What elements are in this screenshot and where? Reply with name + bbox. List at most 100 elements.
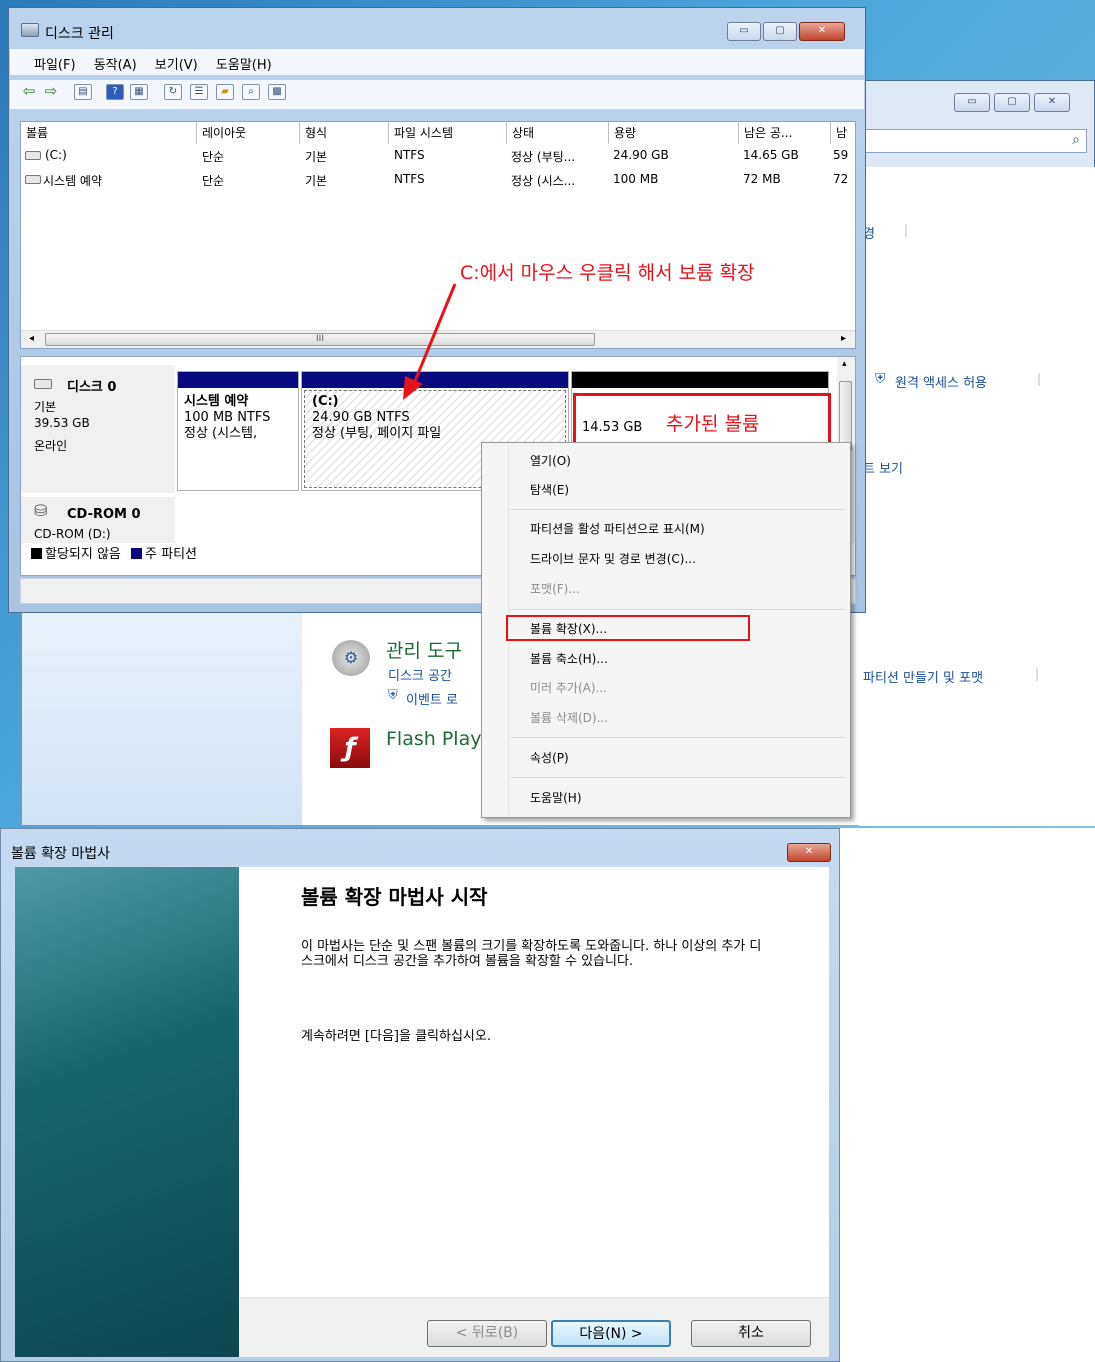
disk-management-icon bbox=[21, 23, 39, 37]
menu-item-explore[interactable]: 탐색(E) bbox=[530, 478, 569, 502]
extend-volume-wizard: 볼륨 확장 마법사 ✕ 볼륨 확장 마법사 시작 이 마법사는 단순 및 스팬 … bbox=[0, 828, 840, 1362]
cell-volume: (C:) bbox=[45, 148, 67, 162]
cell-layout: 단순 bbox=[202, 150, 225, 164]
cell-capacity: 100 MB bbox=[613, 172, 659, 186]
cdrom-label[interactable]: ⛁ CD-ROM 0 CD-ROM (D:) bbox=[21, 497, 175, 543]
menu-item-change-drive-letter[interactable]: 드라이브 문자 및 경로 변경(C)... bbox=[530, 547, 696, 571]
wizard-description: 이 마법사는 단순 및 스팬 볼륨의 크기를 확장하도록 도와줍니다. 하나 이… bbox=[301, 939, 762, 969]
flash-title[interactable]: Flash Play bbox=[386, 728, 481, 750]
admin-event-link[interactable]: 이벤트 로 bbox=[406, 689, 458, 708]
wizard-heading: 볼륨 확장 마법사 시작 bbox=[301, 885, 488, 909]
disk0-name: 디스크 0 bbox=[67, 380, 117, 395]
menu-separator bbox=[510, 609, 846, 610]
column-headers: 볼륨 레이아웃 형식 파일 시스템 상태 용량 남은 공... 남 bbox=[21, 122, 855, 144]
menu-action[interactable]: 동작(A) bbox=[94, 58, 137, 73]
cell-type: 기본 bbox=[305, 174, 328, 188]
admin-disk-link[interactable]: 디스크 공간 bbox=[388, 665, 452, 684]
cell-status: 정상 (시스... bbox=[511, 174, 576, 188]
menu-item-help[interactable]: 도움말(H) bbox=[530, 786, 582, 810]
close-button[interactable]: ✕ bbox=[799, 22, 845, 41]
separator: | bbox=[1037, 372, 1042, 386]
menu-item-shrink-volume[interactable]: 볼륨 축소(H)... bbox=[530, 647, 608, 671]
context-menu: 열기(O) 탐색(E) 파티션을 활성 파티션으로 표시(M) 드라이브 문자 … bbox=[481, 442, 851, 818]
maximize-button[interactable]: ▢ bbox=[763, 22, 797, 41]
maximize-button[interactable]: ▢ bbox=[994, 93, 1030, 112]
menu-help[interactable]: 도움말(H) bbox=[216, 58, 272, 73]
console-tree-icon[interactable]: ▤ bbox=[74, 84, 92, 100]
scroll-thumb[interactable]: III bbox=[45, 333, 595, 346]
col-type[interactable]: 형식 bbox=[300, 122, 389, 144]
cell-capacity: 24.90 GB bbox=[613, 148, 669, 162]
wizard-close-button[interactable]: ✕ bbox=[787, 843, 831, 862]
col-capacity[interactable]: 용량 bbox=[609, 122, 739, 144]
properties-icon[interactable]: ☰ bbox=[190, 84, 208, 100]
open-icon[interactable]: ▰ bbox=[216, 84, 234, 100]
col-layout[interactable]: 레이아웃 bbox=[197, 122, 300, 144]
wizard-button-bar: < 뒤로(B) 다음(N) > 취소 bbox=[239, 1297, 829, 1357]
control-panel-window: ▭ ▢ ✕ ⌕ 경 | ⛨ 원격 액세스 허용 | 트 보기 파티션 만들기 및… bbox=[858, 80, 1095, 826]
menu-bar: 파일(F) 동작(A) 보기(V) 도움말(H) bbox=[10, 49, 864, 75]
col-filesystem[interactable]: 파일 시스템 bbox=[389, 122, 507, 144]
disk0-label[interactable]: 디스크 0 기본 39.53 GB 온라인 bbox=[21, 365, 175, 493]
scroll-left-icon[interactable]: ◂ bbox=[29, 333, 34, 344]
cancel-button[interactable]: 취소 bbox=[691, 1320, 811, 1347]
scroll-right-icon[interactable]: ▸ bbox=[841, 333, 846, 344]
close-button[interactable]: ✕ bbox=[1034, 93, 1070, 112]
menu-view[interactable]: 보기(V) bbox=[155, 58, 198, 73]
minimize-button[interactable]: ▭ bbox=[727, 22, 761, 41]
partition-status: 정상 (시스템, bbox=[184, 426, 258, 441]
menu-item-open[interactable]: 열기(O) bbox=[530, 449, 571, 473]
separator: | bbox=[1035, 667, 1040, 681]
search-icon[interactable]: ⌕ bbox=[1072, 132, 1080, 148]
next-button[interactable]: 다음(N) > bbox=[551, 1320, 671, 1347]
col-free[interactable]: 남은 공... bbox=[739, 122, 831, 144]
remote-access-link[interactable]: 원격 액세스 허용 bbox=[895, 372, 987, 391]
partition-create-link[interactable]: 파티션 만들기 및 포맷 bbox=[863, 667, 983, 686]
forward-icon[interactable]: ⇨ bbox=[42, 84, 60, 100]
back-icon[interactable]: ⇦ bbox=[20, 84, 38, 100]
details-icon[interactable]: ▦ bbox=[130, 84, 148, 100]
minimize-button[interactable]: ▭ bbox=[954, 93, 990, 112]
col-volume[interactable]: 볼륨 bbox=[21, 122, 197, 144]
cell-status: 정상 (부팅... bbox=[511, 150, 576, 164]
partition-system-reserved[interactable]: 시스템 예약 100 MB NTFS 정상 (시스템, bbox=[177, 371, 299, 491]
col-free-pct[interactable]: 남 bbox=[831, 122, 855, 144]
cdrom-drive: CD-ROM (D:) bbox=[34, 527, 111, 541]
menu-item-add-mirror[interactable]: 미러 추가(A)... bbox=[530, 676, 607, 700]
disk0-status: 온라인 bbox=[34, 439, 68, 453]
disk0-type: 기본 bbox=[34, 400, 57, 414]
cdrom-name: CD-ROM 0 bbox=[67, 507, 141, 522]
disk0-size: 39.53 GB bbox=[34, 416, 90, 430]
menu-item-extend-volume[interactable]: 볼륨 확장(X)... bbox=[530, 617, 607, 641]
help-icon[interactable]: ? bbox=[106, 84, 124, 100]
legend-primary: 주 파티션 bbox=[145, 547, 198, 562]
refresh-icon[interactable]: ↻ bbox=[164, 84, 182, 100]
cell-free: 14.65 GB bbox=[743, 148, 799, 162]
primary-swatch bbox=[131, 548, 143, 559]
wizard-side-banner bbox=[15, 867, 239, 1357]
menu-item-mark-active[interactable]: 파티션을 활성 파티션으로 표시(M) bbox=[530, 517, 705, 541]
back-button[interactable]: < 뒤로(B) bbox=[427, 1320, 547, 1347]
settings-icon[interactable]: ▩ bbox=[268, 84, 286, 100]
search-icon[interactable]: ⌕ bbox=[242, 84, 260, 100]
shield-icon: ⛨ bbox=[388, 688, 398, 703]
search-box[interactable]: ⌕ bbox=[865, 129, 1087, 153]
admin-tools-title[interactable]: 관리 도구 bbox=[386, 636, 462, 663]
menu-file[interactable]: 파일(F) bbox=[34, 58, 76, 73]
unallocated-swatch bbox=[31, 548, 42, 559]
menu-separator bbox=[510, 509, 846, 510]
wizard-title: 볼륨 확장 마법사 bbox=[11, 846, 111, 862]
col-status[interactable]: 상태 bbox=[507, 122, 609, 144]
scroll-up-icon[interactable]: ▴ bbox=[842, 359, 847, 369]
scroll-thumb[interactable] bbox=[839, 381, 852, 451]
table-row[interactable]: (C:) 단순 기본 NTFS 정상 (부팅... 24.90 GB 14.65… bbox=[21, 148, 855, 168]
cell-type: 기본 bbox=[305, 150, 328, 164]
wizard-continue-text: 계속하려면 [다음]을 클릭하십시오. bbox=[301, 1029, 491, 1044]
view-link[interactable]: 트 보기 bbox=[863, 458, 903, 477]
menu-item-properties[interactable]: 속성(P) bbox=[530, 746, 569, 770]
menu-item-delete-volume[interactable]: 볼륨 삭제(D)... bbox=[530, 706, 608, 730]
menu-item-format[interactable]: 포맷(F)... bbox=[530, 577, 580, 601]
table-row[interactable]: 시스템 예약 단순 기본 NTFS 정상 (시스... 100 MB 72 MB… bbox=[21, 172, 855, 192]
cell-free: 72 MB bbox=[743, 172, 781, 186]
shield-icon: ⛨ bbox=[875, 371, 886, 387]
